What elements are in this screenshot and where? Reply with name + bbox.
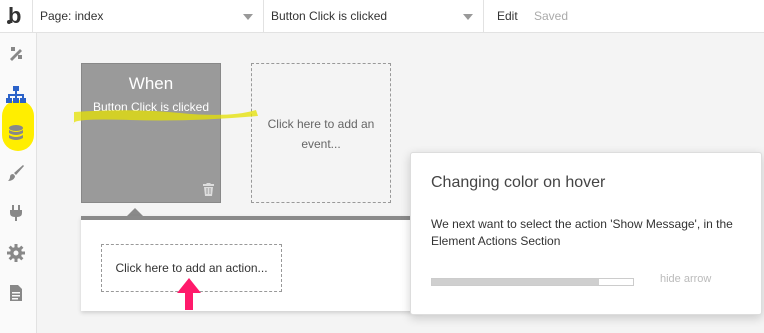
up-arrow-icon <box>177 278 201 310</box>
styles-icon[interactable] <box>7 164 25 182</box>
event-select[interactable]: Button Click is clicked <box>264 0 484 33</box>
action-panel: Click here to add an action... <box>81 216 421 311</box>
popup-title: Changing color on hover <box>431 174 606 191</box>
event-select-value: Button Click is clicked <box>271 9 388 23</box>
plugins-icon[interactable] <box>7 204 25 222</box>
logo-dot <box>7 20 11 24</box>
logs-icon[interactable] <box>7 284 25 302</box>
data-icon[interactable] <box>7 124 25 142</box>
popup-text: We next want to select the action 'Show … <box>431 217 733 248</box>
tutorial-progress-bar <box>431 278 634 286</box>
tutorial-popup: Changing color on hover We next want to … <box>410 152 762 315</box>
app-logo[interactable]: b <box>0 0 33 33</box>
chevron-down-icon <box>463 14 473 20</box>
workflow-icon[interactable] <box>5 84 27 106</box>
chevron-down-icon <box>243 14 253 20</box>
trash-icon[interactable] <box>203 183 214 196</box>
event-card[interactable]: When Button Click is clicked <box>81 63 221 203</box>
design-icon[interactable] <box>7 44 25 62</box>
page-select[interactable]: Page: index <box>33 0 264 33</box>
add-event-label: Click here to add an event... <box>267 117 375 151</box>
progress-fill <box>432 279 599 285</box>
top-toolbar: b Page: index Button Click is clicked Ed… <box>0 0 764 33</box>
highlight-stroke <box>73 110 258 124</box>
logo-letter: b <box>8 3 22 28</box>
panel-pointer <box>127 208 143 216</box>
event-when-label: When <box>128 74 174 93</box>
add-event-placeholder[interactable]: Click here to add an event... <box>251 63 391 203</box>
edit-menu[interactable]: Edit <box>497 0 518 32</box>
left-sidebar <box>0 33 37 333</box>
settings-icon[interactable] <box>7 244 25 262</box>
hide-arrow-link[interactable]: hide arrow <box>660 273 711 285</box>
page-select-value: Page: index <box>40 9 104 23</box>
add-action-label: Click here to add an action... <box>115 261 268 275</box>
save-status: Saved <box>534 9 569 23</box>
